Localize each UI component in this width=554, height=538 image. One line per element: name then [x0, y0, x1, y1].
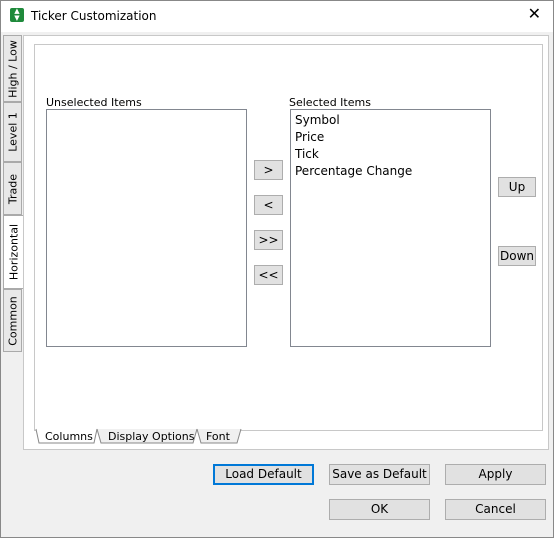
tab-display-options[interactable]: Display Options	[108, 429, 195, 444]
app-icon: ▲ ▼	[10, 8, 24, 22]
selected-items-label: Selected Items	[289, 96, 371, 109]
down-arrow-icon: ▼	[14, 14, 20, 22]
tab-font[interactable]: Font	[206, 429, 230, 444]
tab-trade[interactable]: Trade	[3, 162, 22, 215]
close-icon[interactable]: ✕	[528, 6, 541, 22]
tab-common[interactable]: Common	[3, 289, 22, 352]
ok-button[interactable]: OK	[329, 499, 430, 520]
list-item[interactable]: Tick	[295, 147, 319, 161]
tab-high-low[interactable]: High / Low	[3, 35, 22, 102]
selected-items-list[interactable]: Symbol Price Tick Percentage Change	[290, 109, 491, 347]
move-down-button[interactable]: Down	[498, 246, 536, 266]
list-item[interactable]: Symbol	[295, 113, 340, 127]
move-all-right-button[interactable]: >>	[254, 230, 283, 250]
load-default-button[interactable]: Load Default	[213, 464, 314, 485]
move-up-button[interactable]: Up	[498, 177, 536, 197]
unselected-items-list[interactable]	[46, 109, 247, 347]
move-right-button[interactable]: >	[254, 160, 283, 180]
dialog-window: ▲ ▼ Ticker Customization ✕ High / Low Le…	[0, 0, 554, 538]
apply-button[interactable]: Apply	[445, 464, 546, 485]
list-item[interactable]: Price	[295, 130, 324, 144]
move-left-button[interactable]: <	[254, 195, 283, 215]
move-all-left-button[interactable]: <<	[254, 265, 283, 285]
title-bar: ▲ ▼ Ticker Customization ✕	[1, 1, 553, 32]
tab-level-1[interactable]: Level 1	[3, 102, 22, 162]
save-as-default-button[interactable]: Save as Default	[329, 464, 430, 485]
unselected-items-label: Unselected Items	[46, 96, 142, 109]
window-title: Ticker Customization	[31, 9, 157, 23]
tab-columns[interactable]: Columns	[45, 429, 93, 444]
tab-horizontal[interactable]: Horizontal	[3, 215, 24, 289]
list-item[interactable]: Percentage Change	[295, 164, 412, 178]
cancel-button[interactable]: Cancel	[445, 499, 546, 520]
